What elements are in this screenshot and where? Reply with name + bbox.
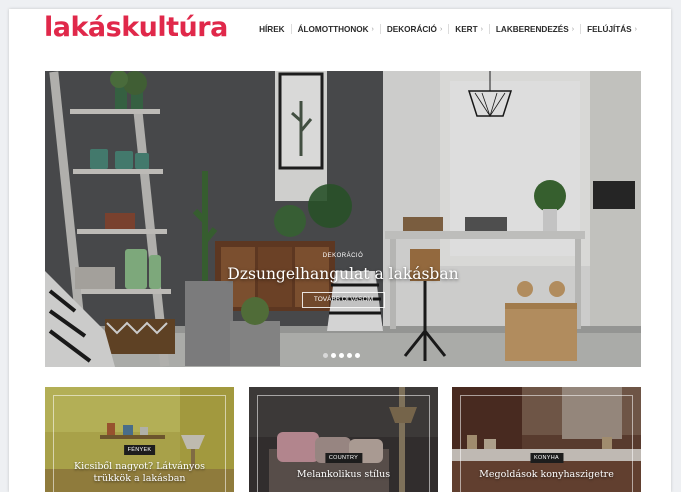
article-card-title[interactable]: Megoldások konyhaszigetre (472, 469, 621, 481)
chevron-right-icon: › (571, 25, 575, 33)
nav-item-label: Dekoráció (386, 24, 437, 34)
slider-dot[interactable] (355, 353, 360, 358)
nav-item-felujitas[interactable]: Felújítás › (581, 25, 643, 34)
chevron-right-icon: › (480, 25, 483, 33)
article-card[interactable]: COUNTRY Melankolikus stílus (249, 387, 438, 492)
category-badge: COUNTRY (324, 453, 363, 463)
hero-image (45, 71, 641, 367)
nav-item-hirek[interactable]: Hírek (253, 25, 290, 34)
site-header: lakáskultúra Hírek Álomotthonok › Dekorá… (9, 9, 671, 55)
site-logo[interactable]: lakáskultúra (44, 12, 228, 43)
nav-item-label: Álomotthonok (297, 24, 369, 34)
nav-item-kert[interactable]: Kert › (449, 25, 489, 34)
hero-slider[interactable]: DEKORÁCIÓ Dzsungelhangulat a lakásban TO… (45, 71, 641, 367)
main-nav: Hírek Álomotthonok › Dekoráció › Kert › … (253, 24, 643, 34)
chevron-right-icon: › (439, 25, 443, 33)
slider-pagination (323, 353, 360, 358)
article-card[interactable]: FÉNYEK Kicsiből nagyot? Látványos trükkö… (45, 387, 234, 492)
slider-dot[interactable] (331, 353, 336, 358)
hero-category-label: DEKORÁCIÓ (322, 253, 364, 259)
nav-item-label: Felújítás (587, 24, 632, 34)
nav-item-label: Hírek (259, 24, 285, 34)
article-card[interactable]: KONYHA Megoldások konyhaszigetre (452, 387, 641, 492)
slider-dot[interactable] (347, 353, 352, 358)
article-card-title[interactable]: Kicsiből nagyot? Látványos trükkök a lak… (65, 461, 214, 485)
nav-item-dekoracio[interactable]: Dekoráció › (381, 25, 448, 34)
page: lakáskultúra Hírek Álomotthonok › Dekorá… (9, 9, 671, 492)
hero-title[interactable]: Dzsungelhangulat a lakásban (45, 265, 641, 283)
nav-item-label: Kert (455, 24, 478, 34)
category-badge: KONYHA (529, 453, 564, 463)
chevron-right-icon: › (634, 25, 637, 33)
nav-item-label: Lakberendezés (495, 24, 569, 34)
nav-item-alomotthonok[interactable]: Álomotthonok › (292, 25, 380, 34)
slider-dot[interactable] (323, 353, 328, 358)
category-badge: FÉNYEK (123, 445, 156, 455)
slider-dot[interactable] (339, 353, 344, 358)
article-card-title[interactable]: Melankolikus stílus (269, 469, 418, 481)
nav-item-lakberendezes[interactable]: Lakberendezés › (490, 25, 580, 34)
chevron-right-icon: › (371, 25, 374, 33)
read-more-button[interactable]: TOVÁBB OLVASOM (302, 292, 385, 308)
